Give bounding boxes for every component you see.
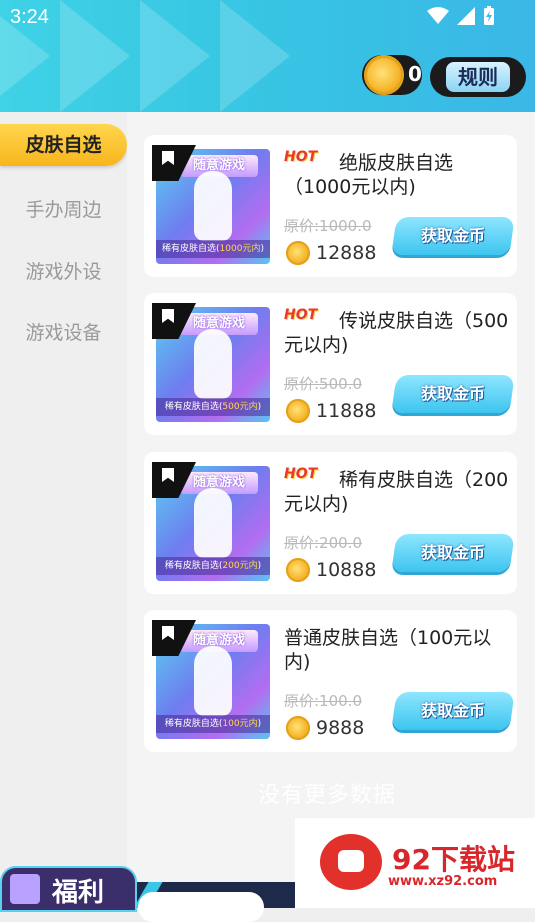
get-coins-button[interactable]: 获取金币 bbox=[391, 534, 515, 572]
product-title: 传说皮肤自选（500元以内) bbox=[284, 310, 509, 356]
get-coins-button[interactable]: 获取金币 bbox=[391, 692, 515, 730]
sidebar-item-figures[interactable]: 手办周边 bbox=[0, 195, 127, 222]
product-title: 绝版皮肤自选（1000元以内) bbox=[284, 152, 454, 198]
coin-icon bbox=[286, 716, 310, 740]
sidebar-item-devices[interactable]: 游戏设备 bbox=[0, 318, 127, 345]
product-card[interactable]: 随意游戏 稀有皮肤自选(500元内) HOT 传说皮肤自选（500元以内) 原价… bbox=[144, 293, 517, 435]
coin-balance: 0 bbox=[408, 62, 422, 86]
welfare-tab-label[interactable]: 福利 bbox=[52, 872, 104, 909]
product-title: 稀有皮肤自选（200元以内) bbox=[284, 469, 509, 515]
sidebar-item-skin-select[interactable]: 皮肤自选 bbox=[0, 124, 127, 166]
thumbnail-caption: 稀有皮肤自选(200元内) bbox=[156, 557, 270, 575]
product-title: 普通皮肤自选（100元以内) bbox=[284, 627, 492, 673]
coin-icon bbox=[286, 241, 310, 265]
product-card[interactable]: 随意游戏 稀有皮肤自选(1000元内) HOT 绝版皮肤自选（1000元以内) … bbox=[144, 135, 517, 277]
bottom-pill[interactable] bbox=[138, 892, 264, 922]
coin-price: 11888 bbox=[316, 400, 377, 422]
list-end-text: 没有更多数据 bbox=[258, 783, 397, 808]
coin-price: 12888 bbox=[316, 242, 377, 264]
character-silhouette bbox=[194, 329, 232, 399]
wifi-icon bbox=[427, 7, 449, 24]
thumbnail-caption: 稀有皮肤自选(1000元内) bbox=[156, 240, 270, 258]
original-price: 原价:100.0 bbox=[284, 692, 362, 710]
rules-button-label[interactable]: 规则 bbox=[446, 62, 510, 92]
coin-icon bbox=[286, 399, 310, 423]
original-price: 原价:200.0 bbox=[284, 534, 362, 552]
thumbnail-caption: 稀有皮肤自选(500元内) bbox=[156, 398, 270, 416]
thumbnail-caption: 稀有皮肤自选(100元内) bbox=[156, 715, 270, 733]
coin-icon bbox=[364, 55, 404, 95]
get-coins-button[interactable]: 获取金币 bbox=[391, 375, 515, 413]
coin-icon bbox=[286, 558, 310, 582]
battery-icon bbox=[484, 6, 494, 25]
product-card[interactable]: 随意游戏 稀有皮肤自选(100元内) 普通皮肤自选（100元以内) 原价:100… bbox=[144, 610, 517, 752]
original-price: 原价:500.0 bbox=[284, 375, 362, 393]
status-icons bbox=[427, 6, 495, 26]
original-price: 原价:1000.0 bbox=[284, 217, 372, 235]
get-coins-button[interactable]: 获取金币 bbox=[391, 217, 515, 255]
status-time: 3:24 bbox=[10, 6, 49, 28]
gift-icon bbox=[10, 874, 40, 904]
character-silhouette bbox=[194, 171, 232, 241]
watermark-logo-icon bbox=[320, 834, 382, 890]
product-card[interactable]: 随意游戏 稀有皮肤自选(200元内) HOT 稀有皮肤自选（200元以内) 原价… bbox=[144, 452, 517, 594]
character-silhouette bbox=[194, 488, 232, 558]
coin-price: 9888 bbox=[316, 717, 365, 739]
watermark-name: 92下载站 bbox=[392, 843, 515, 876]
coin-price: 10888 bbox=[316, 559, 377, 581]
sidebar-item-peripherals[interactable]: 游戏外设 bbox=[0, 257, 127, 284]
signal-icon bbox=[457, 7, 475, 25]
category-sidebar bbox=[0, 112, 127, 908]
watermark-url: www.xz92.com bbox=[388, 874, 498, 889]
status-bar: 3:24 bbox=[0, 0, 535, 36]
character-silhouette bbox=[194, 646, 232, 716]
